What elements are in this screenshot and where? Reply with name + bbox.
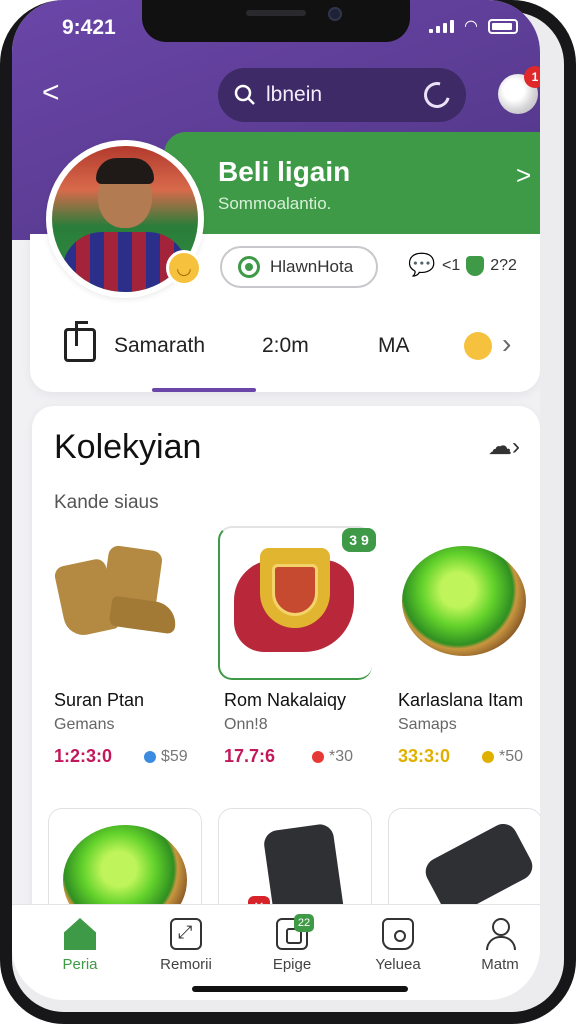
stat-time[interactable]: 2:0m: [262, 334, 309, 358]
search-label: lbnein: [266, 83, 323, 106]
item-sub: Gemans: [54, 716, 115, 733]
nav-camera[interactable]: Epige: [252, 912, 332, 973]
status-time: 9:421: [62, 16, 116, 39]
search-icon: [234, 84, 255, 105]
user-icon: [484, 918, 516, 950]
app-screen: 9:421 ◠ < lbnein 1 Beli ligain Sommoalan…: [12, 0, 540, 1000]
back-button[interactable]: <: [42, 76, 76, 110]
nav-home[interactable]: Peria: [40, 912, 120, 973]
target-icon: [238, 256, 260, 278]
search-bar[interactable]: lbnein: [218, 68, 466, 122]
item-coin: *50: [482, 748, 523, 766]
edit-icon: [170, 918, 202, 950]
banner-subtitle: Sommoalantio.: [218, 194, 332, 213]
shield-image: [230, 540, 360, 664]
item-name: Rom Nakalaiqy: [224, 690, 347, 710]
home-indicator[interactable]: [192, 986, 408, 992]
boots-image: [53, 544, 176, 658]
chevron-right-icon[interactable]: >: [516, 160, 531, 191]
spinner-icon: [419, 77, 455, 113]
item-coin: *30: [312, 748, 353, 766]
follow-button[interactable]: HlawnHota: [220, 246, 378, 288]
shield-icon: [466, 256, 485, 276]
nav-label: Epige: [272, 956, 312, 973]
mini-stat-value: <1: [442, 257, 461, 274]
item-sub: Samaps: [398, 716, 457, 733]
item-name: Suran Ptan: [54, 690, 145, 710]
item-name: Karlaslana Itam: [398, 690, 524, 710]
tag-icon: [382, 918, 414, 950]
home-icon: [64, 918, 96, 950]
item-price: 1:2:3:0: [54, 746, 113, 766]
cloud-icon[interactable]: ☁›: [488, 432, 520, 461]
item-sub: Onn!8: [224, 716, 268, 733]
nav-tag[interactable]: Yeluea: [358, 912, 438, 973]
item-card-cannon[interactable]: [218, 808, 372, 918]
emoji-icon: [464, 332, 492, 360]
item-coin: $59: [144, 748, 188, 766]
follow-label: HlawnHota: [270, 257, 354, 276]
amulet-image: [402, 546, 526, 656]
stats-row: Samarath 2:0m MA ›: [12, 318, 522, 374]
item-card-amulet-2[interactable]: [48, 808, 202, 918]
active-tab-indicator: [152, 388, 256, 392]
nav-label: Yeluea: [375, 956, 421, 973]
battery-icon: [488, 18, 518, 34]
wifi-icon: ◠: [464, 18, 478, 35]
emoji-badge: ◡: [166, 250, 202, 286]
status-icons: ◠: [429, 16, 518, 36]
nav-badge: 22: [294, 914, 314, 932]
collection-title: Kolekyian: [54, 428, 202, 466]
banner-title: Beli ligain: [218, 156, 351, 187]
chat-icon[interactable]: 💬: [408, 252, 435, 278]
collection-subtitle: Kande siaus: [54, 492, 159, 513]
upload-icon[interactable]: [64, 321, 96, 362]
nav-profile[interactable]: Matm: [460, 912, 540, 973]
nav-label: Matm: [481, 956, 519, 973]
item-price: 17.7:6: [224, 746, 276, 766]
notch: [142, 0, 410, 42]
stat-ma[interactable]: MA: [378, 334, 410, 358]
item-card-cannon-2[interactable]: [388, 808, 540, 918]
mini-stat-tail: 2?2: [490, 257, 517, 274]
mini-stats: <1 2?2: [442, 256, 517, 276]
signal-icon: [429, 19, 455, 33]
item-price: 33:3:0: [398, 746, 451, 766]
chevron-right-icon[interactable]: ›: [502, 328, 511, 360]
stat-samarath[interactable]: Samarath: [114, 334, 205, 358]
nav-edit[interactable]: Remorii: [146, 912, 226, 973]
nav-label: Peria: [62, 956, 98, 973]
notification-badge: 1: [524, 66, 540, 88]
nav-label: Remorii: [160, 956, 212, 973]
